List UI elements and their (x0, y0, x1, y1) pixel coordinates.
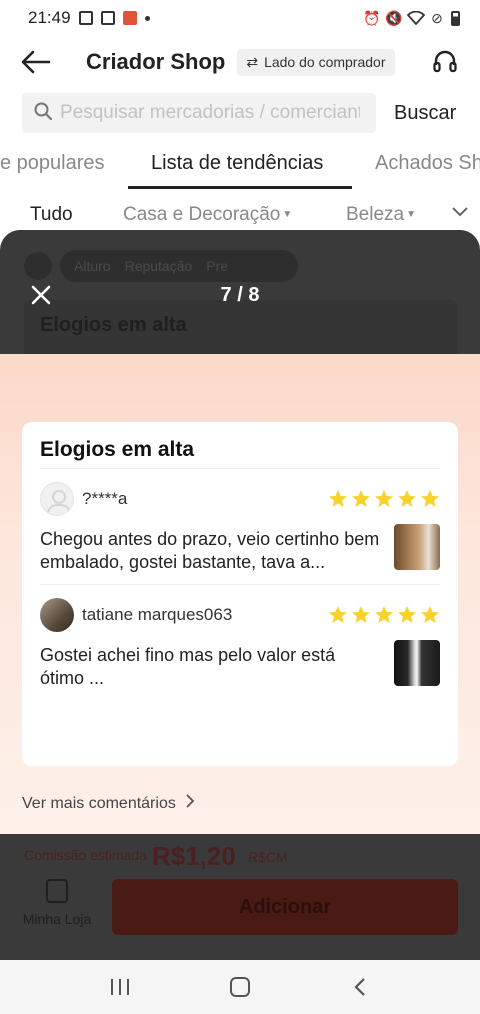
star-icon (352, 490, 370, 507)
star-icon (398, 606, 416, 623)
commission-value: R$1,20 (152, 841, 236, 871)
review-text: Gostei achei fino mas pelo valor está ót… (40, 645, 336, 688)
clock: 21:49 (28, 8, 71, 27)
category-bar: Tudo Casa e Decoração ▼ Beleza ▼ (0, 196, 480, 232)
active-tab-indicator (128, 186, 352, 189)
system-nav-bar (0, 960, 480, 1014)
category-home-decor[interactable]: Casa e Decoração ▼ (123, 204, 292, 226)
review-photo[interactable] (394, 640, 440, 686)
see-more-comments-link[interactable]: Ver mais comentários (22, 794, 195, 813)
search-icon (34, 102, 53, 125)
category-home-decor-label: Casa e Decoração (123, 204, 281, 225)
star-icon (375, 606, 393, 623)
headset-icon[interactable] (430, 47, 460, 77)
background-pill-item: Reputação (124, 258, 193, 274)
star-icon (375, 490, 393, 507)
battery-icon (451, 10, 460, 26)
page-title: Criador Shop (86, 49, 226, 74)
caret-down-icon: ▼ (282, 209, 293, 221)
background-filter-pill: Alturo Reputação Pre (60, 250, 298, 282)
background-pill-item: Alturo (74, 258, 111, 274)
reviews-slide: Elogios em alta ?****a Chegou antes do p… (0, 354, 480, 834)
search-button[interactable]: Buscar (394, 102, 456, 125)
background-icon (24, 252, 52, 280)
caret-down-icon: ▼ (406, 209, 417, 221)
recent-apps-button[interactable] (100, 967, 140, 1007)
gallery-icon (78, 11, 93, 25)
reviewer-name: ?****a (82, 489, 128, 508)
home-button[interactable] (220, 967, 260, 1007)
commission-unit: R$CM (248, 849, 288, 865)
reviewer-name: tatiane marques063 (82, 605, 233, 624)
review-card-title: Elogios em alta (40, 438, 195, 461)
app-header: Criador Shop ⇄ Lado do comprador (0, 36, 480, 88)
review-photo[interactable] (394, 524, 440, 570)
no-sim-icon: ⊘ (431, 10, 443, 26)
image-counter: 7 / 8 (220, 284, 260, 306)
commission-label: Comissão estimada (24, 847, 147, 863)
buyer-side-button[interactable]: ⇄ Lado do comprador (237, 48, 395, 76)
star-icon (421, 490, 439, 507)
wifi-icon (406, 10, 426, 26)
more-notifications-icon (144, 15, 150, 21)
star-rating (328, 605, 440, 625)
review-text: Chegou antes do prazo, veio certinho bem… (40, 529, 380, 572)
background-bottom-bar: Comissão estimada R$1,20 R$CM Minha Loja… (0, 833, 480, 960)
star-icon (329, 490, 347, 507)
background-filter-bar: Alturo Reputação Pre (24, 250, 458, 282)
star-icon (398, 490, 416, 507)
back-button[interactable] (340, 967, 380, 1007)
background-section-title: Elogios em alta (40, 314, 187, 336)
see-more-comments-label: Ver mais comentários (22, 794, 176, 812)
tab-popular[interactable]: e populares (0, 152, 105, 175)
review-item: ?****a Chegou antes do prazo, veio certi… (40, 482, 440, 576)
search-input[interactable] (60, 102, 360, 124)
search-box[interactable] (22, 93, 376, 133)
tab-bar: e populares Lista de tendências Achados … (0, 140, 480, 190)
review-card: Elogios em alta ?****a Chegou antes do p… (22, 422, 458, 766)
swap-icon: ⇄ (246, 53, 259, 70)
alarm-icon: ⏰ (363, 10, 381, 26)
my-store-button: Minha Loja (22, 879, 92, 927)
category-beauty-label: Beleza (346, 204, 405, 225)
status-bar: 21:49 ⏰ 🔇 ⊘ (0, 0, 480, 36)
app-notification-icon (122, 11, 137, 25)
add-button: Adicionar (112, 879, 458, 935)
buyer-side-label: Lado do comprador (264, 54, 386, 70)
divider (40, 468, 440, 469)
tab-finds[interactable]: Achados Sh (375, 152, 480, 175)
mute-icon: 🔇 (385, 10, 403, 26)
my-store-label: Minha Loja (22, 911, 92, 927)
star-icon (421, 606, 439, 623)
star-icon (352, 606, 370, 623)
category-beauty[interactable]: Beleza ▼ (346, 204, 416, 226)
divider (40, 584, 440, 585)
review-item: tatiane marques063 Gostei achei fino mas… (40, 598, 440, 692)
chevron-right-icon (186, 794, 195, 813)
store-icon (46, 879, 68, 903)
star-rating (328, 489, 440, 509)
chevron-down-icon[interactable] (452, 204, 468, 222)
search-row: Buscar (0, 92, 480, 134)
tab-trend-list[interactable]: Lista de tendências (151, 152, 323, 175)
category-all[interactable]: Tudo (30, 204, 73, 226)
avatar (40, 482, 74, 516)
avatar (40, 598, 74, 632)
back-arrow-icon[interactable] (20, 46, 52, 78)
star-icon (329, 606, 347, 623)
screen-record-icon (100, 11, 115, 25)
background-pill-item: Pre (206, 258, 229, 274)
